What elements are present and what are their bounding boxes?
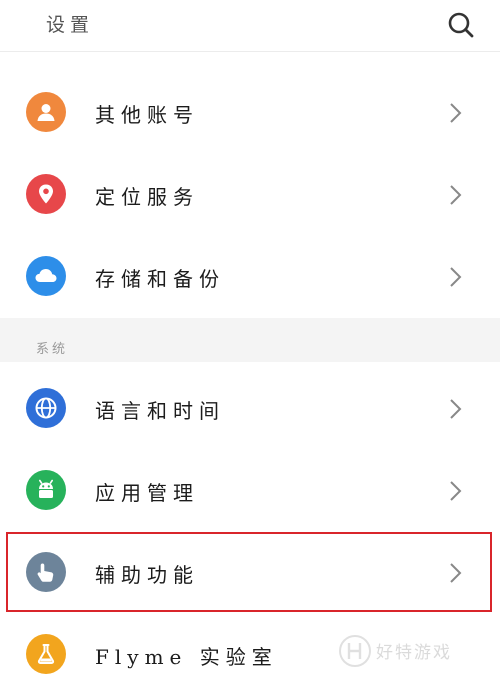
settings-item-label: Flyme 实验室 <box>95 645 278 669</box>
settings-item-label: 存储和备份 <box>95 267 225 291</box>
top-bar: 设置 <box>0 0 500 52</box>
globe-icon <box>26 388 66 428</box>
section-header-system: 系统 <box>0 318 500 362</box>
chevron-right-icon <box>450 399 462 419</box>
chevron-right-icon <box>450 267 462 287</box>
settings-item-language-time[interactable]: 语言和时间 <box>0 368 500 450</box>
settings-item-other-accounts[interactable]: 其他账号 <box>0 72 500 154</box>
account-icon <box>26 92 66 132</box>
settings-item-label: 定位服务 <box>95 185 199 209</box>
page-title: 设置 <box>46 14 95 36</box>
cloud-icon <box>26 256 66 296</box>
settings-item-storage-backup[interactable]: 存储和备份 <box>0 236 500 318</box>
section-label: 系统 <box>36 342 69 357</box>
chevron-right-icon <box>450 185 462 205</box>
watermark-logo: 好特游戏 <box>338 630 498 678</box>
watermark-text: 好特游戏 <box>376 643 452 663</box>
chevron-right-icon <box>450 481 462 501</box>
settings-item-accessibility[interactable]: 辅助功能 <box>0 532 500 614</box>
chevron-right-icon <box>450 103 462 123</box>
location-icon <box>26 174 66 214</box>
watermark-icon <box>339 635 371 667</box>
settings-item-location[interactable]: 定位服务 <box>0 154 500 236</box>
settings-item-label: 语言和时间 <box>95 399 225 423</box>
android-icon <box>26 470 66 510</box>
chevron-right-icon <box>450 563 462 583</box>
settings-item-label: 其他账号 <box>95 103 199 127</box>
search-icon[interactable] <box>446 10 476 40</box>
settings-item-app-management[interactable]: 应用管理 <box>0 450 500 532</box>
flask-icon <box>26 634 66 674</box>
settings-item-label: 应用管理 <box>95 481 199 505</box>
hand-pointer-icon <box>26 552 66 592</box>
settings-item-label: 辅助功能 <box>95 563 199 587</box>
